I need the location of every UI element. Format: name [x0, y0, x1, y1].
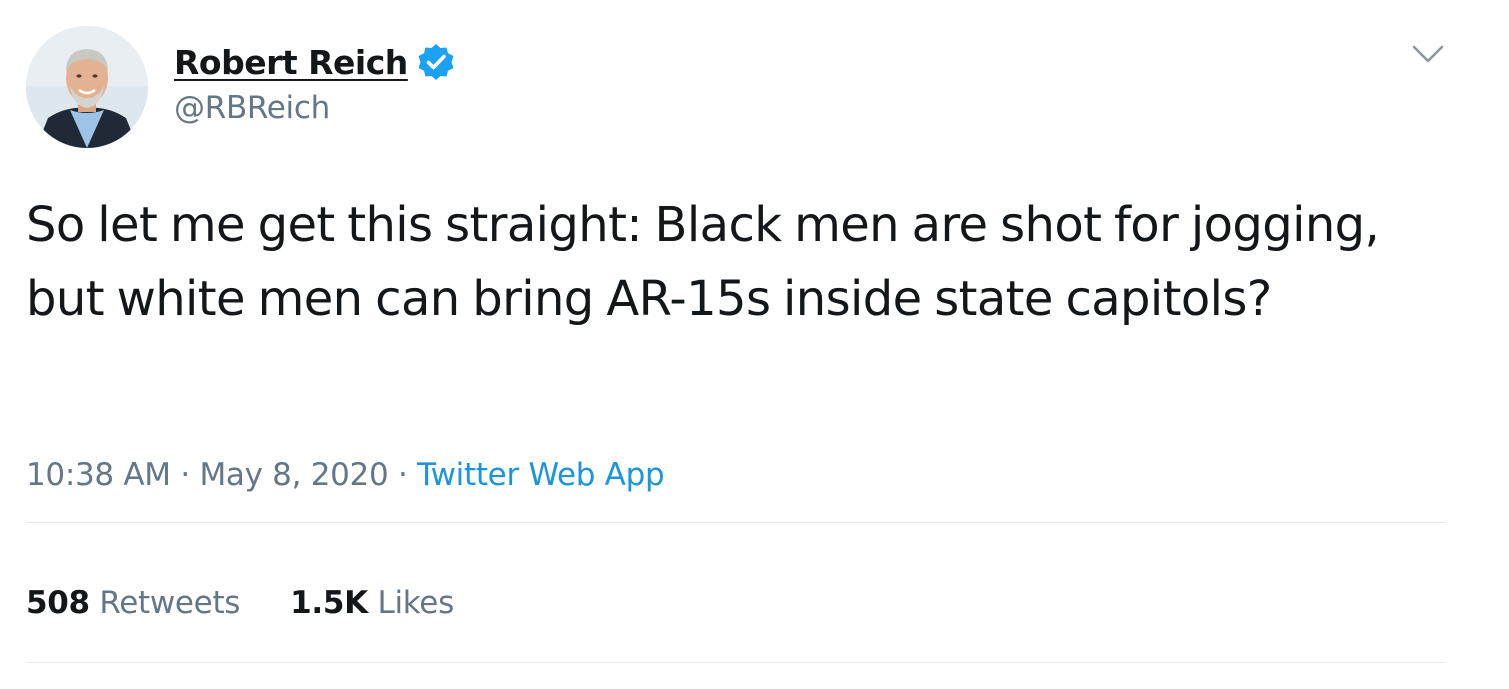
verified-badge-icon: [416, 42, 456, 82]
meta-separator: ·: [180, 457, 190, 493]
author-name-row: Robert Reich: [174, 40, 456, 84]
tweet-metadata: 10:38 AM · May 8, 2020 · Twitter Web App: [26, 452, 665, 498]
profile-photo-icon: [26, 26, 148, 148]
tweet-text: So let me get this straight: Black men a…: [26, 197, 1380, 327]
avatar[interactable]: [26, 26, 148, 148]
tweet-stats: 508 Retweets 1.5K Likes: [26, 580, 504, 626]
divider: [26, 522, 1446, 523]
tweet-time[interactable]: 10:38 AM: [26, 457, 171, 493]
retweets-count: 508: [26, 585, 90, 621]
chevron-down-icon[interactable]: [1408, 38, 1448, 70]
likes-stat[interactable]: 1.5K Likes: [290, 580, 454, 626]
tweet-date[interactable]: May 8, 2020: [199, 457, 388, 493]
likes-count: 1.5K: [290, 585, 368, 621]
user-handle[interactable]: @RBReich: [174, 90, 330, 126]
retweets-stat[interactable]: 508 Retweets: [26, 580, 240, 626]
likes-label: Likes: [377, 585, 454, 621]
retweets-label: Retweets: [99, 585, 241, 621]
tweet-source-link[interactable]: Twitter Web App: [417, 457, 665, 493]
divider: [26, 662, 1446, 663]
display-name[interactable]: Robert Reich: [174, 43, 408, 82]
meta-separator: ·: [397, 457, 408, 493]
tweet-card: Robert Reich @RBReich So let me get this…: [0, 0, 1509, 689]
